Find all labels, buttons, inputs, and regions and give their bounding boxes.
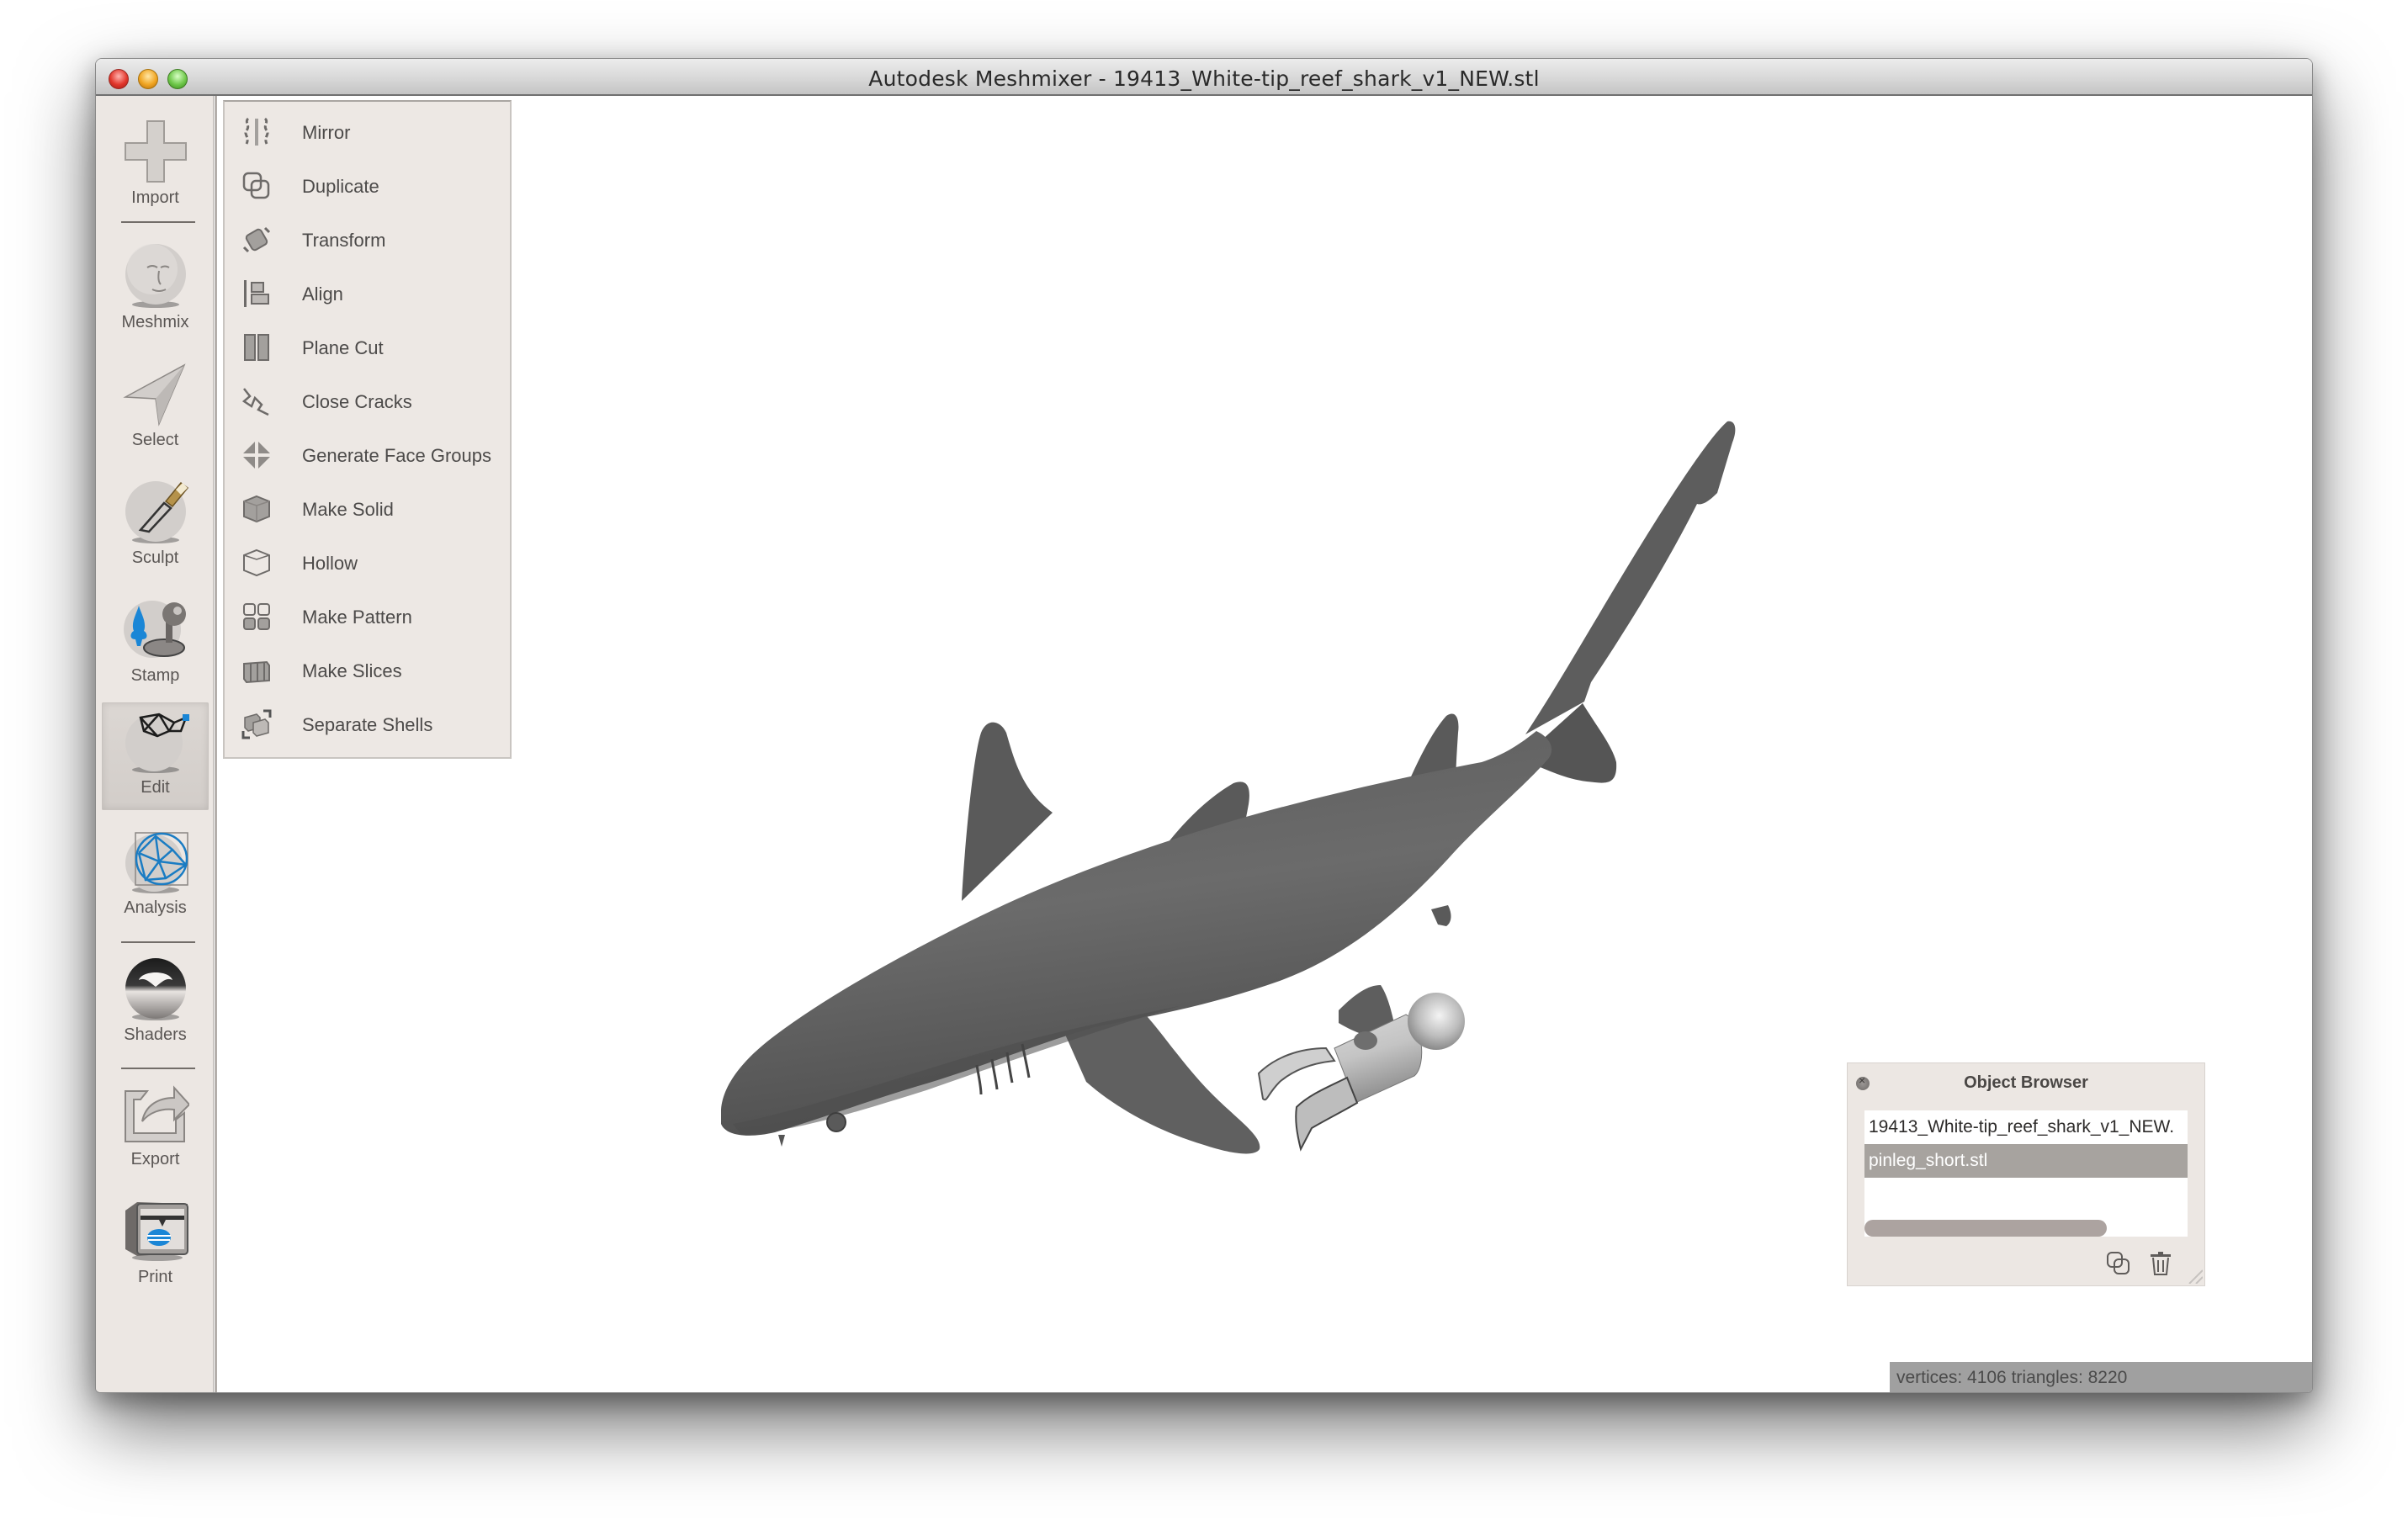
object-browser-scrollbar[interactable] — [1864, 1220, 2107, 1237]
mirror-icon — [244, 117, 269, 146]
close-cracks-icon — [241, 388, 269, 416]
edit-menu-make-slices[interactable]: Make Slices — [225, 644, 510, 697]
printer-3d-icon — [125, 1202, 188, 1261]
edit-menu-generate-face-groups-label: Generate Face Groups — [302, 445, 492, 466]
toolbar-sculpt-button[interactable]: Sculpt — [102, 473, 209, 580]
edit-menu-separate-shells-label: Separate Shells — [302, 714, 433, 735]
edit-menu-duplicate[interactable]: Duplicate — [225, 159, 510, 213]
duplicate-icon — [242, 172, 270, 199]
edit-menu-align-label: Align — [302, 283, 343, 305]
toolbar-analysis-button[interactable]: Analysis — [102, 823, 209, 930]
toolbar-meshmix-button[interactable]: Meshmix — [102, 237, 209, 345]
edit-menu-make-pattern[interactable]: Make Pattern — [225, 590, 510, 644]
edit-menu-plane-cut[interactable]: Plane Cut — [225, 321, 510, 374]
toolbar-shaders-button[interactable]: Shaders — [102, 950, 209, 1057]
toolbar-select-button[interactable]: Select — [102, 355, 209, 463]
pattern-grid-icon — [243, 603, 270, 630]
edit-menu-make-solid-label: Make Solid — [302, 499, 394, 520]
transform-icon — [242, 226, 271, 253]
pinleg-clip-lower — [1295, 1076, 1359, 1152]
edit-menu-generate-face-groups[interactable]: Generate Face Groups — [225, 428, 510, 482]
toolbar-stamp-button[interactable]: Stamp — [102, 591, 209, 698]
arrow-pointer-icon — [123, 363, 186, 427]
edit-menu-close-cracks-label: Close Cracks — [302, 391, 412, 412]
toolbar-stamp-label: Stamp — [130, 666, 180, 685]
object-list-item[interactable]: 19413_White-tip_reef_shark_v1_NEW. — [1864, 1110, 2188, 1144]
object-list-item-selected[interactable]: pinleg_short.stl — [1864, 1144, 2188, 1178]
edit-menu-make-slices-label: Make Slices — [302, 660, 402, 681]
toolbar-import-label: Import — [131, 188, 179, 207]
toolbar-import-button[interactable]: Import — [102, 113, 209, 220]
stamp-icon — [124, 601, 186, 658]
shark-model[interactable] — [721, 421, 1736, 1154]
edit-menu-mirror-label: Mirror — [302, 122, 351, 143]
edit-menu-make-pattern-label: Make Pattern — [302, 607, 412, 628]
edit-menu-separate-shells[interactable]: Separate Shells — [225, 697, 510, 751]
mesh-edit-icon — [125, 713, 189, 773]
toolbar-export-label: Export — [130, 1150, 180, 1168]
toolbar-separator — [121, 1068, 195, 1069]
align-icon — [244, 280, 269, 307]
edit-menu-hollow[interactable]: Hollow — [225, 536, 510, 590]
toolbar-print-button[interactable]: Print — [102, 1192, 209, 1300]
edit-menu-make-solid[interactable]: Make Solid — [225, 482, 510, 536]
face-groups-icon — [243, 442, 270, 469]
app-window: Autodesk Meshmixer - 19413_White-tip_ree… — [95, 58, 2313, 1393]
edit-menu-duplicate-label: Duplicate — [302, 176, 379, 197]
shark-tooth — [778, 1135, 785, 1147]
edit-menu-hollow-label: Hollow — [302, 553, 358, 574]
edit-menu-mirror[interactable]: Mirror — [225, 105, 510, 159]
window-title: Autodesk Meshmixer - 19413_White-tip_ree… — [868, 66, 1540, 91]
toolbar-separator — [121, 941, 195, 943]
duplicate-object-button[interactable] — [2105, 1250, 2132, 1277]
hollow-cube-icon — [243, 548, 270, 577]
edit-menu-transform-label: Transform — [302, 230, 386, 251]
edit-menu-align[interactable]: Align — [225, 267, 510, 321]
shark-anal-fin — [1431, 905, 1451, 926]
brush-sphere-icon — [125, 481, 189, 543]
title-bar[interactable]: Autodesk Meshmixer - 19413_White-tip_ree… — [96, 59, 2312, 96]
export-arrow-icon — [125, 1085, 189, 1142]
shark-fin-front — [962, 722, 1053, 901]
pinleg-hole — [1354, 1031, 1377, 1050]
plane-cut-icon — [244, 334, 269, 361]
toolbar-print-label: Print — [137, 1268, 173, 1286]
plus-icon — [125, 120, 187, 183]
object-browser-panel: Object Browser 19413_White-tip_reef_shar… — [1847, 1062, 2205, 1286]
status-bar: vertices: 4106 triangles: 8220 — [1890, 1362, 2312, 1392]
toolbar-edit-label: Edit — [141, 778, 170, 797]
chrome-sphere-icon — [125, 958, 186, 1020]
solid-cube-icon — [243, 495, 270, 523]
separate-shells-icon — [241, 709, 272, 739]
object-browser-title: Object Browser — [1964, 1073, 2088, 1092]
shark-tail-upper — [1525, 421, 1736, 734]
main-toolbar: Import Meshmix Select Sculpt Stamp Edit … — [96, 96, 217, 1392]
toolbar-sculpt-label: Sculpt — [131, 548, 179, 567]
toolbar-meshmix-label: Meshmix — [121, 313, 189, 331]
analysis-mesh-icon — [125, 832, 188, 893]
edit-menu-transform[interactable]: Transform — [225, 213, 510, 267]
object-browser-list: 19413_White-tip_reef_shark_v1_NEW. pinle… — [1864, 1110, 2188, 1237]
toolbar-edit-button[interactable]: Edit — [102, 702, 209, 810]
edit-menu-close-cracks[interactable]: Close Cracks — [225, 374, 510, 428]
toolbar-select-label: Select — [131, 431, 179, 449]
slices-icon — [243, 660, 270, 684]
delete-object-button[interactable] — [2147, 1250, 2174, 1277]
toolbar-shaders-label: Shaders — [124, 1025, 187, 1044]
shark-eye — [826, 1112, 846, 1132]
toolbar-analysis-label: Analysis — [124, 898, 187, 917]
toolbar-export-button[interactable]: Export — [102, 1074, 209, 1182]
edit-menu-plane-cut-label: Plane Cut — [302, 337, 384, 358]
face-sphere-icon — [125, 244, 186, 308]
resize-grip-icon[interactable] — [2186, 1267, 2203, 1284]
toolbar-separator — [121, 221, 195, 223]
pinleg-ball — [1408, 993, 1465, 1050]
edit-menu-panel: Mirror Duplicate Transform Align Plane C… — [223, 100, 512, 759]
